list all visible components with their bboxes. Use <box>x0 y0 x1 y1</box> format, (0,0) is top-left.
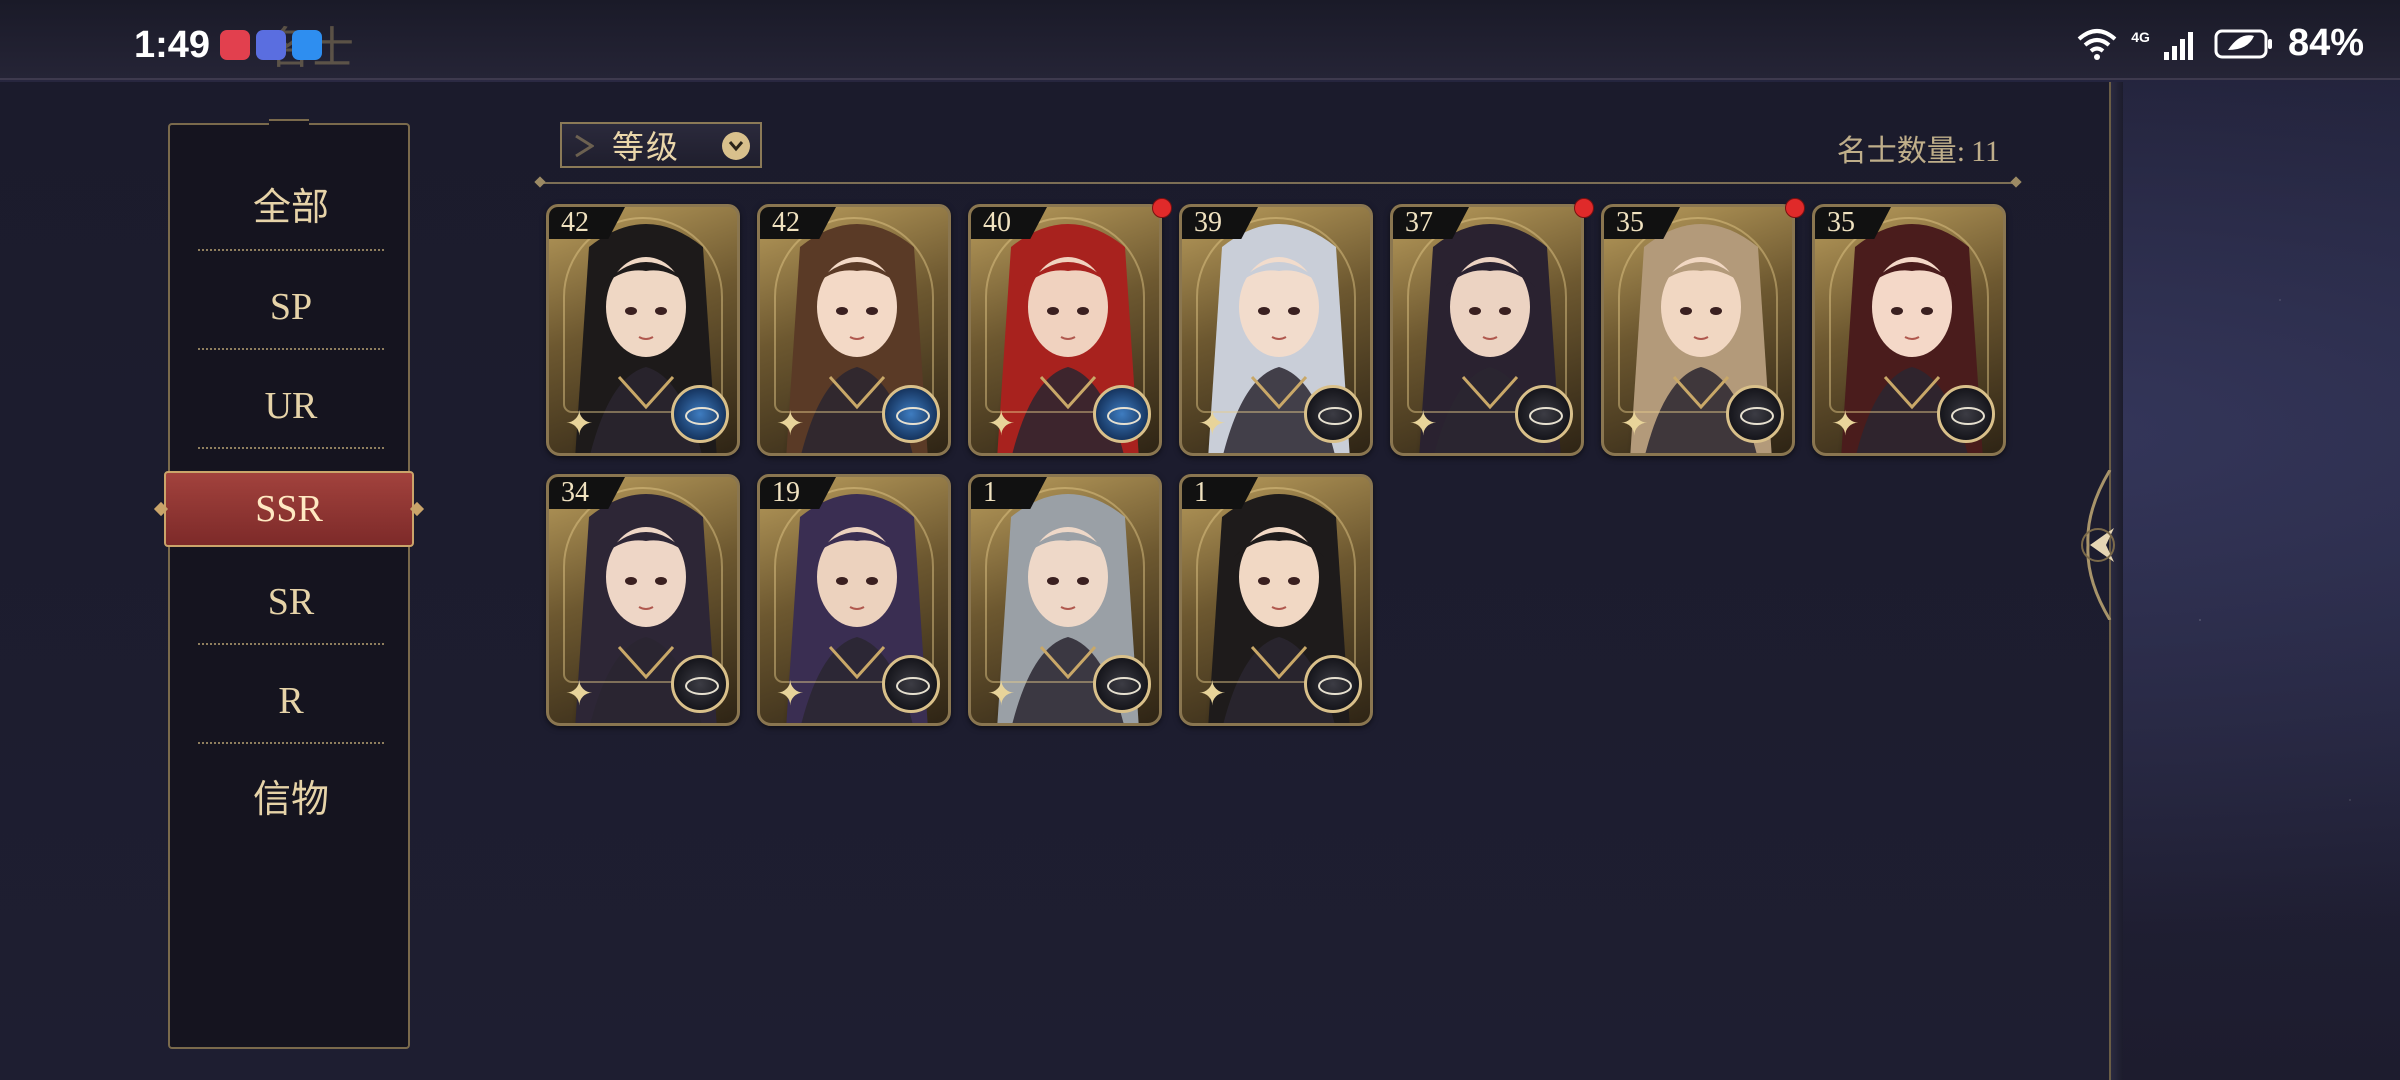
wifi-icon <box>2077 27 2117 61</box>
card-frame <box>985 487 1145 683</box>
character-card[interactable]: ✦ 35 <box>1812 204 2006 456</box>
card-frame <box>1829 217 1989 413</box>
card-frame <box>1407 217 1567 413</box>
sort-label: 等级 <box>612 129 681 165</box>
card-frame <box>774 487 934 683</box>
status-bar: 名士 1:49 4G 84% <box>0 0 2400 80</box>
clock: 1:49 <box>134 24 211 66</box>
notification-dot <box>1574 198 1594 218</box>
card-frame <box>1196 487 1356 683</box>
faction-emblem-icon <box>1515 385 1573 443</box>
filter-label: SSR <box>255 488 323 530</box>
system-indicators: 4G 84% <box>2077 22 2364 65</box>
sparkle-icon: ✦ <box>565 406 594 443</box>
sparkle-icon: ✦ <box>1620 406 1649 443</box>
character-card[interactable]: ✦ 42 <box>757 204 951 456</box>
character-card[interactable]: ✦ 1 <box>1179 474 1373 726</box>
card-frame <box>1196 217 1356 413</box>
faction-emblem-icon <box>1093 655 1151 713</box>
card-frame <box>985 217 1145 413</box>
ornament-icon <box>575 134 594 158</box>
sparkle-icon: ✦ <box>1198 676 1227 713</box>
count-value: 11 <box>1971 135 2000 168</box>
book-app-icon <box>220 30 250 60</box>
filter-label: 信物 <box>252 779 329 821</box>
sort-dropdown[interactable]: 等级 <box>560 122 762 168</box>
filter-label: SP <box>269 286 313 328</box>
faction-emblem-icon <box>671 655 729 713</box>
character-card[interactable]: ✦ 1 <box>968 474 1162 726</box>
sparkle-icon: ✦ <box>987 676 1016 713</box>
battery-percent: 84% <box>2287 22 2364 64</box>
sparkle-icon: ✦ <box>776 676 805 713</box>
character-count: 名士数量: 11 <box>1837 126 2000 170</box>
notification-dot <box>1785 198 1805 218</box>
notification-dot <box>1152 198 1172 218</box>
filter-r[interactable]: R <box>198 658 384 744</box>
filter-label: UR <box>264 385 318 427</box>
sidebar-notch <box>269 119 309 133</box>
filter-ssr[interactable]: SSR <box>164 471 414 547</box>
filter-label: SR <box>267 581 315 623</box>
sparkle-icon: ✦ <box>1409 406 1438 443</box>
filter-all[interactable]: 全部 <box>198 165 384 251</box>
faction-emblem-icon <box>1304 385 1362 443</box>
character-card[interactable]: ✦ 40 <box>968 204 1162 456</box>
faction-emblem-icon <box>882 385 940 443</box>
card-frame <box>1618 217 1778 413</box>
network-type: 4G <box>2131 28 2150 45</box>
filter-ur[interactable]: UR <box>198 363 384 449</box>
faction-emblem-icon <box>882 655 940 713</box>
character-card[interactable]: ✦ 34 <box>546 474 740 726</box>
sparkle-icon: ✦ <box>565 676 594 713</box>
battery-icon <box>2214 28 2274 60</box>
header-divider <box>540 182 2016 184</box>
character-card[interactable]: ✦ 42 <box>546 204 740 456</box>
sparkle-icon: ✦ <box>776 406 805 443</box>
filter-sp[interactable]: SP <box>198 264 384 350</box>
collapse-panel-button[interactable] <box>2080 469 2122 621</box>
notification-icons <box>220 30 322 60</box>
sparkle-icon: ✦ <box>1198 406 1227 443</box>
card-frame <box>774 217 934 413</box>
faction-emblem-icon <box>1937 385 1995 443</box>
signal-icon <box>2163 28 2200 60</box>
filter-sr[interactable]: SR <box>198 559 384 645</box>
weather-app-icon <box>292 30 322 60</box>
character-card[interactable]: ✦ 19 <box>757 474 951 726</box>
rarity-sidebar: 全部 SP UR SSR SR R 信物 <box>164 119 414 1049</box>
faction-emblem-icon <box>1304 655 1362 713</box>
card-frame <box>563 217 723 413</box>
arrow-left-icon <box>2081 469 2115 621</box>
filter-label: R <box>278 680 304 722</box>
card-frame <box>563 487 723 683</box>
filter-keepsake[interactable]: 信物 <box>198 757 384 843</box>
faction-emblem-icon <box>1093 385 1151 443</box>
faction-emblem-icon <box>671 385 729 443</box>
faction-emblem-icon <box>1726 385 1784 443</box>
character-card[interactable]: ✦ 39 <box>1179 204 1373 456</box>
count-label: 名士数量: <box>1836 135 1966 168</box>
sparkle-icon: ✦ <box>987 406 1016 443</box>
character-card[interactable]: ✦ 37 <box>1390 204 1584 456</box>
character-card[interactable]: ✦ 35 <box>1601 204 1795 456</box>
chevron-down-icon <box>722 132 750 160</box>
education-app-icon <box>256 30 286 60</box>
sparkle-icon: ✦ <box>1831 406 1860 443</box>
filter-label: 全部 <box>252 187 329 229</box>
